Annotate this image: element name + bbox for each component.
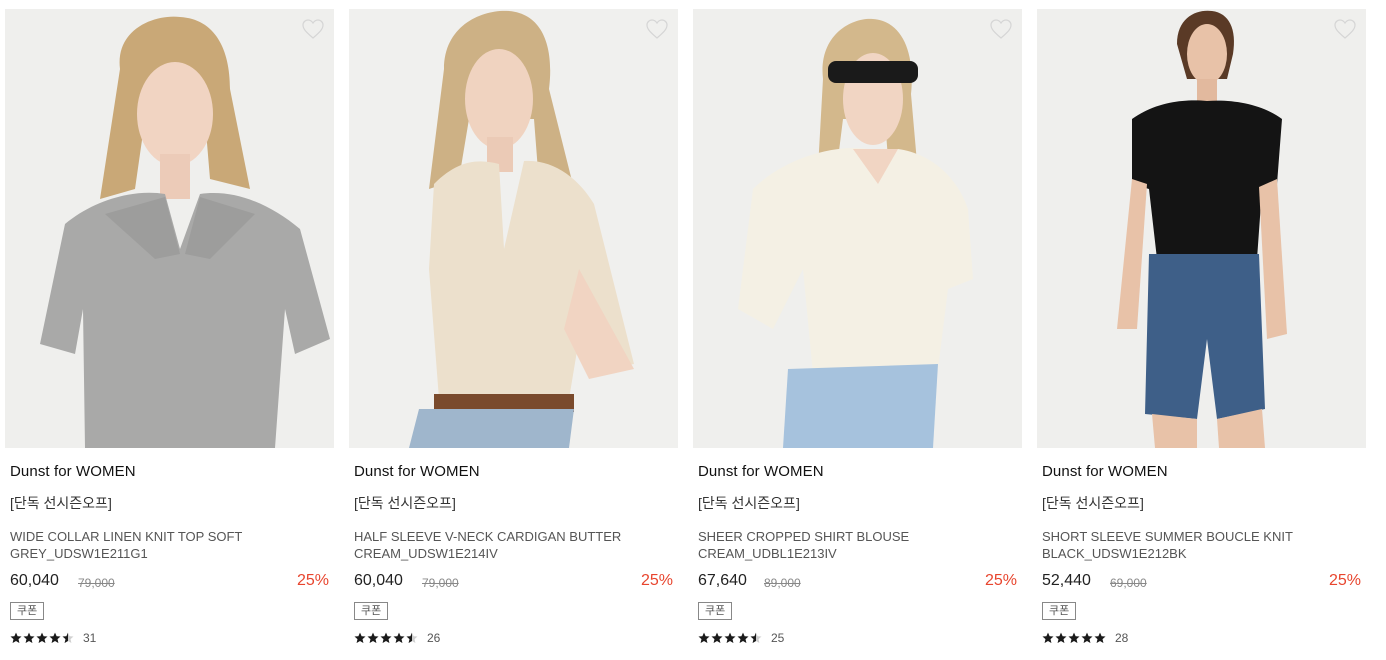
price-row: 52,440 69,000 25% — [1042, 572, 1361, 594]
star-icon — [750, 632, 762, 643]
promo-tag: [단독 선시즌오프] — [10, 495, 112, 511]
rating: 25 — [698, 631, 784, 645]
rating: 31 — [10, 631, 96, 645]
sale-price: 52,440 — [1042, 572, 1091, 589]
product-name[interactable]: HALF SLEEVE V-NECK CARDIGAN BUTTER CREAM… — [354, 528, 654, 562]
coupon-badge: 쿠폰 — [354, 602, 389, 620]
star-icon — [1094, 632, 1106, 643]
price-row: 67,640 89,000 25% — [698, 572, 1017, 594]
star-icon — [36, 632, 48, 643]
coupon-badge: 쿠폰 — [1042, 602, 1077, 620]
star-icon — [724, 632, 736, 643]
star-icon — [49, 632, 61, 643]
star-icon — [367, 632, 379, 643]
product-card[interactable]: Dunst for WOMEN [단독 선시즌오프] HALF SLEEVE V… — [349, 9, 678, 649]
star-icon — [1055, 632, 1067, 643]
star-icon — [1042, 632, 1054, 643]
star-icon — [711, 632, 723, 643]
price-row: 60,040 79,000 25% — [10, 572, 329, 594]
product-card[interactable]: Dunst for WOMEN [단독 선시즌오프] WIDE COLLAR L… — [5, 9, 334, 649]
price-row: 60,040 79,000 25% — [354, 572, 673, 594]
heart-icon[interactable] — [989, 18, 1013, 40]
sale-price: 67,640 — [698, 572, 747, 589]
product-name[interactable]: WIDE COLLAR LINEN KNIT TOP SOFT GREY_UDS… — [10, 528, 310, 562]
product-card[interactable]: Dunst for WOMEN [단독 선시즌오프] SHORT SLEEVE … — [1037, 9, 1366, 649]
review-count: 25 — [771, 631, 785, 645]
discount-rate: 25% — [1328, 572, 1361, 589]
star-icon — [62, 632, 74, 643]
product-image[interactable] — [1037, 9, 1366, 448]
star-icon — [354, 632, 366, 643]
discount-rate: 25% — [296, 572, 329, 589]
original-price: 79,000 — [78, 576, 115, 590]
product-name[interactable]: SHORT SLEEVE SUMMER BOUCLE KNIT BLACK_UD… — [1042, 528, 1342, 562]
review-count: 31 — [83, 631, 97, 645]
star-icon — [10, 632, 22, 643]
product-grid: Dunst for WOMEN [단독 선시즌오프] WIDE COLLAR L… — [5, 9, 1381, 649]
sale-price: 60,040 — [354, 572, 403, 589]
star-rating — [354, 632, 418, 644]
product-name[interactable]: SHEER CROPPED SHIRT BLOUSE CREAM_UDBL1E2… — [698, 528, 998, 562]
promo-tag: [단독 선시즌오프] — [354, 495, 456, 511]
brand-name[interactable]: Dunst for WOMEN — [354, 463, 480, 480]
sale-price: 60,040 — [10, 572, 59, 589]
brand-name[interactable]: Dunst for WOMEN — [698, 463, 824, 480]
star-icon — [698, 632, 710, 643]
promo-tag: [단독 선시즌오프] — [1042, 495, 1144, 511]
original-price: 89,000 — [764, 576, 801, 590]
product-image[interactable] — [5, 9, 334, 448]
original-price: 69,000 — [1110, 576, 1147, 590]
star-icon — [380, 632, 392, 643]
product-image[interactable] — [693, 9, 1022, 448]
rating: 26 — [354, 631, 440, 645]
coupon-badge: 쿠폰 — [10, 602, 45, 620]
review-count: 26 — [427, 631, 441, 645]
original-price: 79,000 — [422, 576, 459, 590]
rating: 28 — [1042, 631, 1128, 645]
heart-icon[interactable] — [1333, 18, 1357, 40]
star-icon — [1068, 632, 1080, 643]
star-icon — [23, 632, 35, 643]
star-rating — [698, 632, 762, 644]
brand-name[interactable]: Dunst for WOMEN — [1042, 463, 1168, 480]
product-image[interactable] — [349, 9, 678, 448]
coupon-badge: 쿠폰 — [698, 602, 733, 620]
star-icon — [393, 632, 405, 643]
discount-rate: 25% — [984, 572, 1017, 589]
star-icon — [1081, 632, 1093, 643]
product-card[interactable]: Dunst for WOMEN [단독 선시즌오프] SHEER CROPPED… — [693, 9, 1022, 649]
discount-rate: 25% — [640, 572, 673, 589]
star-rating — [1042, 632, 1106, 644]
promo-tag: [단독 선시즌오프] — [698, 495, 800, 511]
review-count: 28 — [1115, 631, 1129, 645]
star-icon — [737, 632, 749, 643]
brand-name[interactable]: Dunst for WOMEN — [10, 463, 136, 480]
star-rating — [10, 632, 74, 644]
heart-icon[interactable] — [645, 18, 669, 40]
heart-icon[interactable] — [301, 18, 325, 40]
star-icon — [406, 632, 418, 643]
